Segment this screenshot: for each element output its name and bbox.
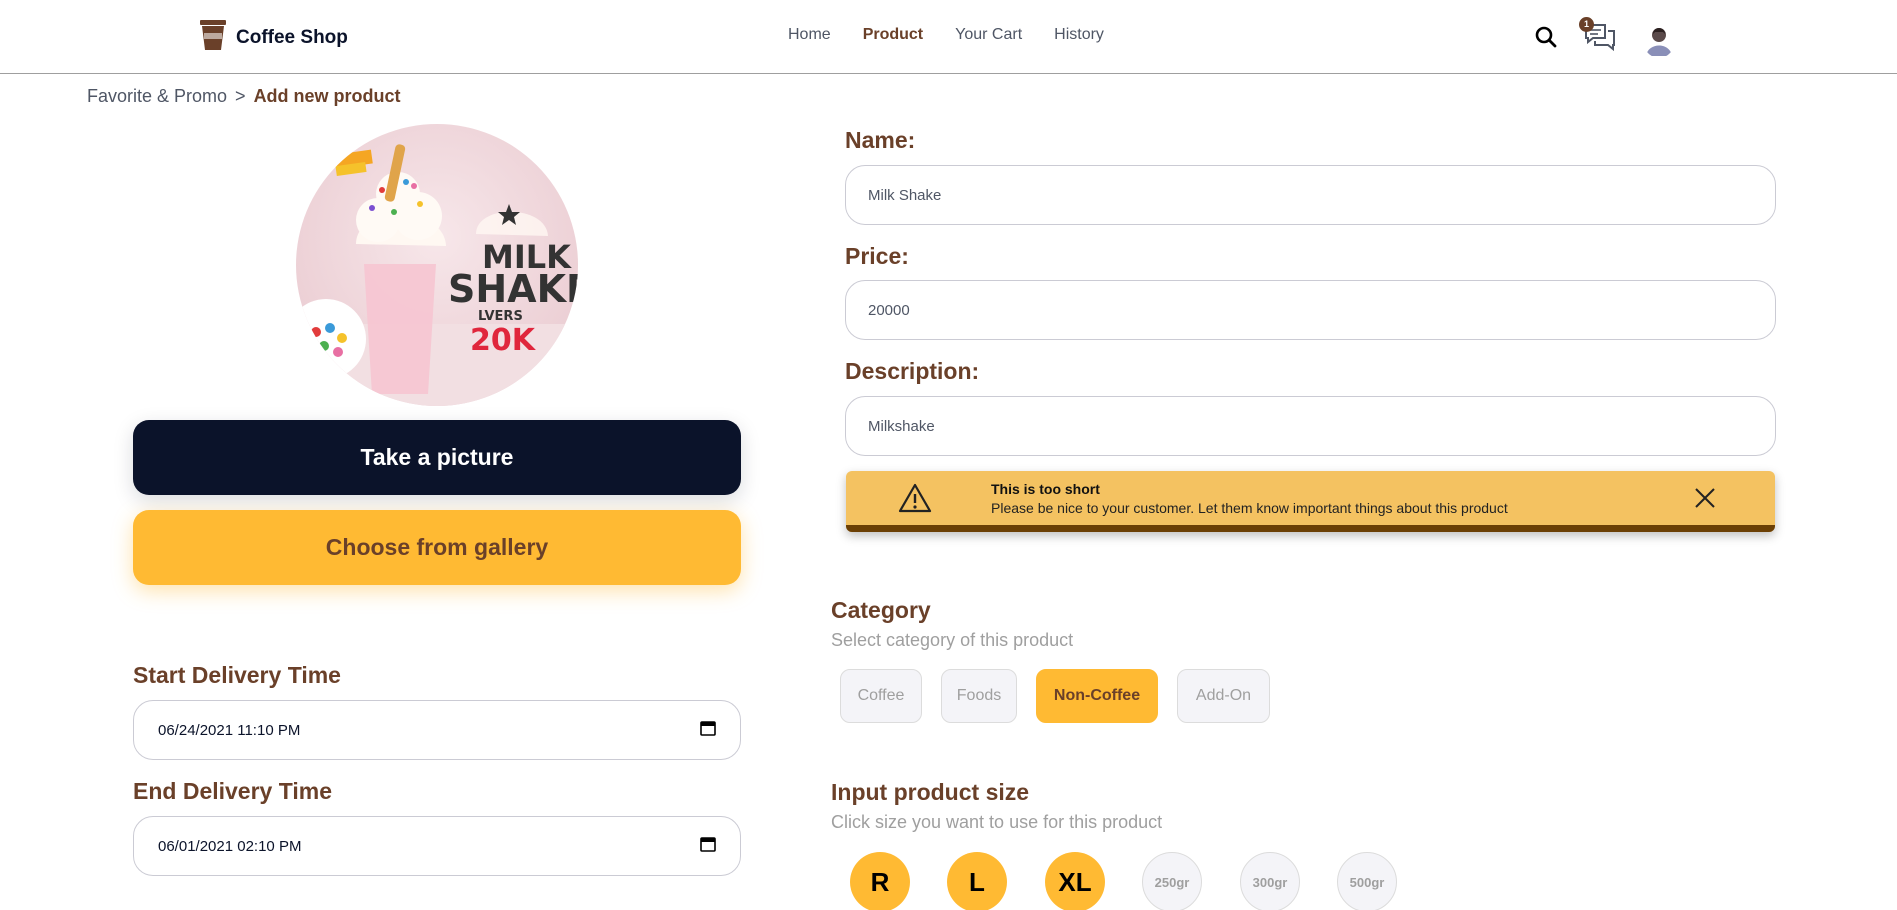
- main-nav: Home Product Your Cart History: [788, 26, 1104, 44]
- choose-from-gallery-button[interactable]: Choose from gallery: [133, 510, 741, 585]
- breadcrumb-current: Add new product: [253, 86, 401, 106]
- brand-label: Coffee Shop: [236, 26, 348, 48]
- calendar-icon[interactable]: [700, 836, 716, 856]
- size-300gr[interactable]: 300gr: [1240, 852, 1300, 910]
- image-text-shake: SHAKE: [448, 267, 578, 311]
- price-value: 20000: [868, 301, 910, 319]
- end-delivery-label: End Delivery Time: [133, 778, 332, 804]
- nav-history[interactable]: History: [1054, 26, 1104, 44]
- end-delivery-input[interactable]: 06/01/2021 02:10 PM: [133, 816, 741, 876]
- brand[interactable]: Coffee Shop: [198, 18, 348, 57]
- nav-your-cart[interactable]: Your Cart: [955, 26, 1022, 44]
- take-picture-button[interactable]: Take a picture: [133, 420, 741, 495]
- size-xl[interactable]: XL: [1045, 852, 1105, 910]
- price-input[interactable]: 20000: [845, 280, 1776, 340]
- category-foods[interactable]: Foods: [941, 669, 1017, 723]
- size-subtitle: Click size you want to use for this prod…: [831, 812, 1163, 832]
- product-image: MILK SHAKE LVERS 20K: [296, 124, 578, 406]
- warning-icon: [898, 483, 932, 518]
- name-input[interactable]: Milk Shake: [845, 165, 1776, 225]
- chat-button[interactable]: 1: [1579, 17, 1617, 59]
- description-input[interactable]: Milkshake: [845, 396, 1776, 456]
- chat-icon: [1583, 24, 1617, 58]
- breadcrumb: Favorite & Promo > Add new product: [87, 86, 401, 107]
- nav-product[interactable]: Product: [863, 26, 923, 44]
- category-title: Category: [831, 597, 931, 623]
- category-add-on[interactable]: Add-On: [1177, 669, 1270, 723]
- navbar: Coffee Shop Home Product Your Cart Histo…: [0, 0, 1897, 74]
- breadcrumb-separator: >: [235, 86, 246, 106]
- category-non-coffee[interactable]: Non-Coffee: [1036, 669, 1158, 723]
- image-text-price: 20K: [470, 323, 537, 358]
- search-icon[interactable]: [1535, 26, 1557, 53]
- image-text-lovers: LVERS: [478, 309, 523, 324]
- end-delivery-value: 06/01/2021 02:10 PM: [158, 837, 302, 855]
- description-value: Milkshake: [868, 417, 935, 435]
- name-value: Milk Shake: [868, 186, 942, 204]
- chat-badge: 1: [1579, 17, 1594, 32]
- name-label: Name:: [845, 127, 916, 153]
- size-r[interactable]: R: [850, 852, 910, 910]
- description-label: Description:: [845, 358, 980, 384]
- size-500gr[interactable]: 500gr: [1337, 852, 1397, 910]
- alert-message: Please be nice to your customer. Let the…: [991, 500, 1508, 516]
- calendar-icon[interactable]: [700, 720, 716, 740]
- validation-alert: This is too short Please be nice to your…: [846, 471, 1775, 532]
- nav-icons: 1: [1535, 17, 1675, 59]
- breadcrumb-parent[interactable]: Favorite & Promo: [87, 86, 227, 106]
- alert-progress-bar: [846, 525, 1775, 532]
- start-delivery-input[interactable]: 06/24/2021 11:10 PM: [133, 700, 741, 760]
- category-subtitle: Select category of this product: [831, 630, 1074, 650]
- start-delivery-value: 06/24/2021 11:10 PM: [158, 721, 301, 739]
- size-l[interactable]: L: [947, 852, 1007, 910]
- alert-title: This is too short: [991, 481, 1100, 497]
- nav-home[interactable]: Home: [788, 26, 831, 44]
- size-title: Input product size: [831, 779, 1030, 805]
- category-coffee[interactable]: Coffee: [840, 669, 922, 723]
- avatar[interactable]: [1643, 21, 1675, 58]
- close-icon[interactable]: [1694, 487, 1716, 514]
- start-delivery-label: Start Delivery Time: [133, 662, 341, 688]
- price-label: Price:: [845, 243, 909, 269]
- size-250gr[interactable]: 250gr: [1142, 852, 1202, 910]
- coffee-cup-icon: [198, 18, 228, 57]
